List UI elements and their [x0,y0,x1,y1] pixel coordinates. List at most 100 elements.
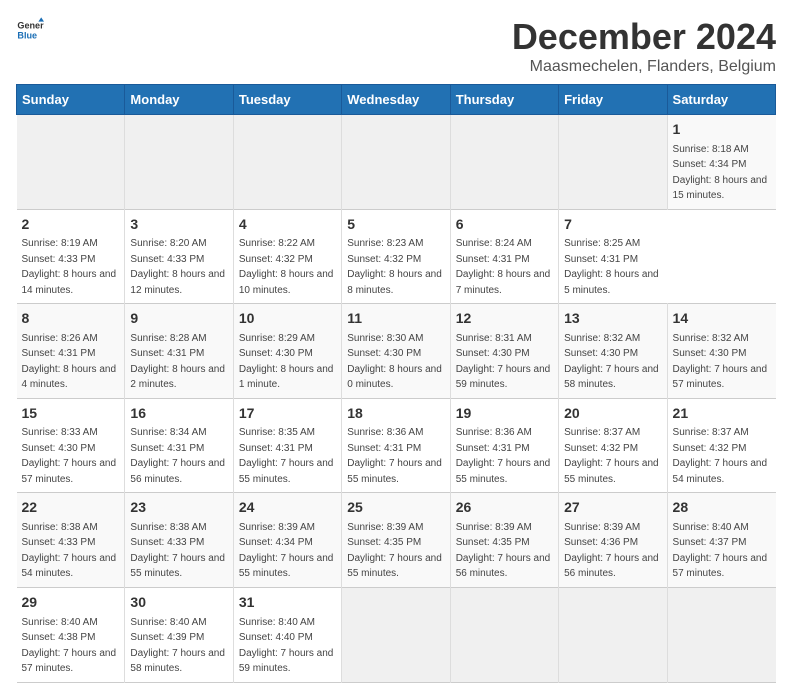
calendar-cell: 9 Sunrise: 8:28 AMSunset: 4:31 PMDayligh… [125,304,233,399]
day-info: Sunrise: 8:36 AMSunset: 4:31 PMDaylight:… [347,427,442,485]
day-info: Sunrise: 8:28 AMSunset: 4:31 PMDaylight:… [130,333,225,391]
calendar-cell: 15 Sunrise: 8:33 AMSunset: 4:30 PMDaylig… [17,398,125,493]
calendar-cell: 2 Sunrise: 8:19 AMSunset: 4:33 PMDayligh… [17,209,125,304]
day-info: Sunrise: 8:40 AMSunset: 4:38 PMDaylight:… [22,617,117,675]
day-info: Sunrise: 8:33 AMSunset: 4:30 PMDaylight:… [22,427,117,485]
calendar-cell: 11 Sunrise: 8:30 AMSunset: 4:30 PMDaylig… [342,304,450,399]
calendar-cell: 3 Sunrise: 8:20 AMSunset: 4:33 PMDayligh… [125,209,233,304]
calendar-cell: 31 Sunrise: 8:40 AMSunset: 4:40 PMDaylig… [233,587,341,682]
title-section: December 2024 Maasmechelen, Flanders, Be… [512,16,776,76]
calendar-cell: 6 Sunrise: 8:24 AMSunset: 4:31 PMDayligh… [450,209,558,304]
day-number: 7 [564,215,662,235]
day-number: 15 [22,404,120,424]
page-title: December 2024 [512,16,776,58]
calendar-cell [559,115,667,210]
day-number: 29 [22,593,120,613]
day-info: Sunrise: 8:39 AMSunset: 4:34 PMDaylight:… [239,522,334,580]
calendar-cell: 18 Sunrise: 8:36 AMSunset: 4:31 PMDaylig… [342,398,450,493]
calendar-cell: 30 Sunrise: 8:40 AMSunset: 4:39 PMDaylig… [125,587,233,682]
day-info: Sunrise: 8:40 AMSunset: 4:39 PMDaylight:… [130,617,225,675]
day-number: 1 [673,120,771,140]
day-number: 11 [347,309,444,329]
day-info: Sunrise: 8:38 AMSunset: 4:33 PMDaylight:… [22,522,117,580]
day-info: Sunrise: 8:36 AMSunset: 4:31 PMDaylight:… [456,427,551,485]
calendar-cell: 12 Sunrise: 8:31 AMSunset: 4:30 PMDaylig… [450,304,558,399]
day-info: Sunrise: 8:19 AMSunset: 4:33 PMDaylight:… [22,238,117,296]
day-info: Sunrise: 8:39 AMSunset: 4:35 PMDaylight:… [347,522,442,580]
day-number: 30 [130,593,227,613]
calendar-cell: 19 Sunrise: 8:36 AMSunset: 4:31 PMDaylig… [450,398,558,493]
day-number: 31 [239,593,336,613]
day-number: 20 [564,404,661,424]
day-info: Sunrise: 8:22 AMSunset: 4:32 PMDaylight:… [239,238,334,296]
day-info: Sunrise: 8:24 AMSunset: 4:31 PMDaylight:… [456,238,551,296]
day-info: Sunrise: 8:40 AMSunset: 4:37 PMDaylight:… [673,522,768,580]
day-info: Sunrise: 8:39 AMSunset: 4:36 PMDaylight:… [564,522,659,580]
calendar-cell [342,587,450,682]
day-number: 3 [130,215,227,235]
day-number: 24 [239,498,336,518]
week-row-6: 29 Sunrise: 8:40 AMSunset: 4:38 PMDaylig… [17,587,776,682]
week-row-3: 8 Sunrise: 8:26 AMSunset: 4:31 PMDayligh… [17,304,776,399]
day-info: Sunrise: 8:25 AMSunset: 4:31 PMDaylight:… [564,238,659,296]
calendar-cell [342,115,450,210]
day-number: 13 [564,309,661,329]
day-info: Sunrise: 8:32 AMSunset: 4:30 PMDaylight:… [564,333,659,391]
day-number: 23 [130,498,227,518]
day-number: 4 [239,215,336,235]
header-thursday: Thursday [450,85,558,115]
logo: General Blue [16,16,44,44]
day-number: 9 [130,309,227,329]
day-number: 19 [456,404,553,424]
calendar-cell: 25 Sunrise: 8:39 AMSunset: 4:35 PMDaylig… [342,493,450,588]
page-subtitle: Maasmechelen, Flanders, Belgium [512,58,776,76]
week-row-1: 1 Sunrise: 8:18 AMSunset: 4:34 PMDayligh… [17,115,776,210]
day-number: 12 [456,309,553,329]
day-info: Sunrise: 8:20 AMSunset: 4:33 PMDaylight:… [130,238,225,296]
day-info: Sunrise: 8:34 AMSunset: 4:31 PMDaylight:… [130,427,225,485]
day-info: Sunrise: 8:40 AMSunset: 4:40 PMDaylight:… [239,617,334,675]
day-number: 17 [239,404,336,424]
week-row-4: 15 Sunrise: 8:33 AMSunset: 4:30 PMDaylig… [17,398,776,493]
day-info: Sunrise: 8:37 AMSunset: 4:32 PMDaylight:… [673,427,768,485]
page-header: General Blue December 2024 Maasmechelen,… [16,16,776,76]
calendar-cell: 14 Sunrise: 8:32 AMSunset: 4:30 PMDaylig… [667,304,775,399]
calendar-cell: 8 Sunrise: 8:26 AMSunset: 4:31 PMDayligh… [17,304,125,399]
header-sunday: Sunday [17,85,125,115]
day-info: Sunrise: 8:39 AMSunset: 4:35 PMDaylight:… [456,522,551,580]
week-row-5: 22 Sunrise: 8:38 AMSunset: 4:33 PMDaylig… [17,493,776,588]
day-info: Sunrise: 8:31 AMSunset: 4:30 PMDaylight:… [456,333,551,391]
header-monday: Monday [125,85,233,115]
day-number: 28 [673,498,771,518]
days-header-row: Sunday Monday Tuesday Wednesday Thursday… [17,85,776,115]
calendar-cell [667,587,775,682]
header-tuesday: Tuesday [233,85,341,115]
calendar-cell: 16 Sunrise: 8:34 AMSunset: 4:31 PMDaylig… [125,398,233,493]
header-wednesday: Wednesday [342,85,450,115]
day-number: 16 [130,404,227,424]
day-info: Sunrise: 8:30 AMSunset: 4:30 PMDaylight:… [347,333,442,391]
header-saturday: Saturday [667,85,775,115]
calendar-cell: 24 Sunrise: 8:39 AMSunset: 4:34 PMDaylig… [233,493,341,588]
week-row-2: 2 Sunrise: 8:19 AMSunset: 4:33 PMDayligh… [17,209,776,304]
calendar-cell: 10 Sunrise: 8:29 AMSunset: 4:30 PMDaylig… [233,304,341,399]
day-number: 22 [22,498,120,518]
day-number: 2 [22,215,120,235]
calendar-cell [233,115,341,210]
calendar-cell: 13 Sunrise: 8:32 AMSunset: 4:30 PMDaylig… [559,304,667,399]
day-info: Sunrise: 8:32 AMSunset: 4:30 PMDaylight:… [673,333,768,391]
day-info: Sunrise: 8:29 AMSunset: 4:30 PMDaylight:… [239,333,334,391]
calendar-cell [559,587,667,682]
day-number: 14 [673,309,771,329]
day-number: 10 [239,309,336,329]
day-number: 6 [456,215,553,235]
svg-text:General: General [17,21,44,31]
day-info: Sunrise: 8:37 AMSunset: 4:32 PMDaylight:… [564,427,659,485]
calendar-cell: 28 Sunrise: 8:40 AMSunset: 4:37 PMDaylig… [667,493,775,588]
day-info: Sunrise: 8:23 AMSunset: 4:32 PMDaylight:… [347,238,442,296]
day-number: 21 [673,404,771,424]
day-number: 18 [347,404,444,424]
calendar-cell: 22 Sunrise: 8:38 AMSunset: 4:33 PMDaylig… [17,493,125,588]
day-info: Sunrise: 8:38 AMSunset: 4:33 PMDaylight:… [130,522,225,580]
calendar-cell [125,115,233,210]
